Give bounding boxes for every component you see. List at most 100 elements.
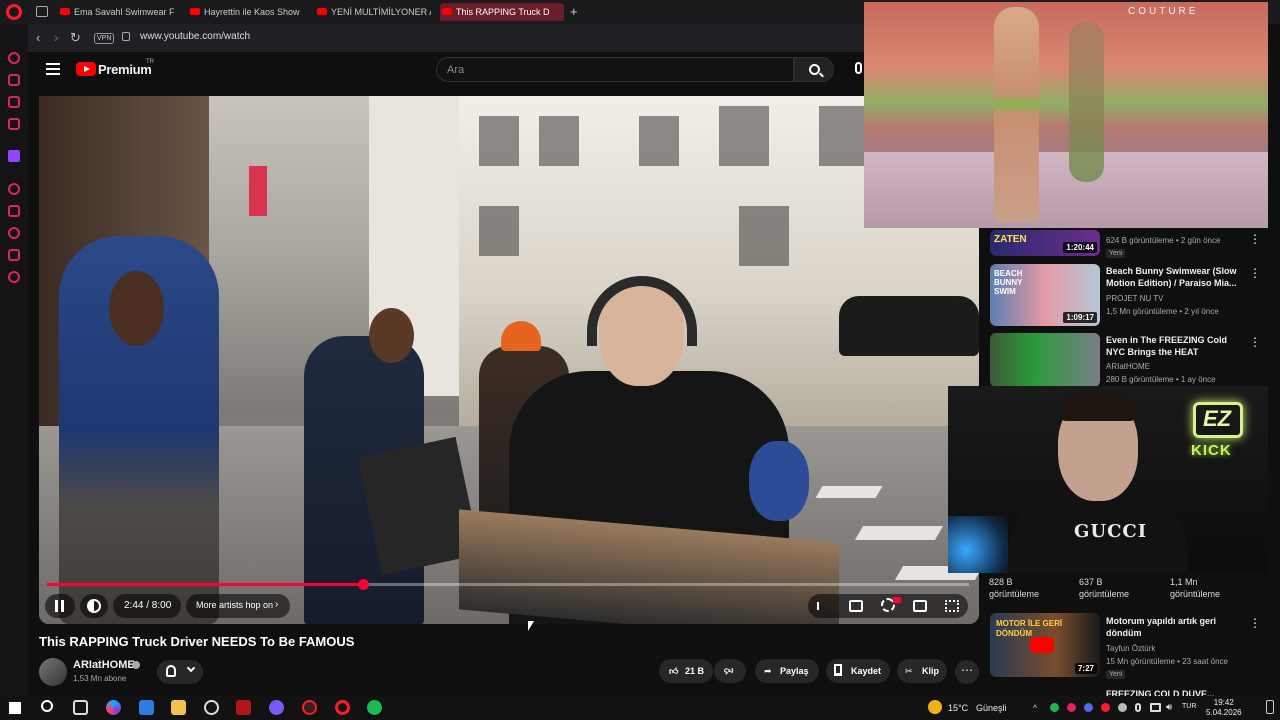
rec-thumbnail[interactable]: ZATEN 1:20:44 — [990, 230, 1100, 256]
windows-start-icon[interactable] — [9, 702, 21, 714]
vpn-badge[interactable]: VPN — [94, 33, 115, 44]
more-actions-button[interactable]: ⋯ — [955, 660, 979, 684]
rec-title[interactable]: Even in The FREEZING Cold NYC Brings the… — [1106, 334, 1238, 358]
forward-icon[interactable]: › — [54, 30, 58, 45]
tray-volume-icon[interactable]: 🔊︎ — [1166, 702, 1172, 713]
neon-sign-text: EZ — [1203, 406, 1232, 431]
tray-spotify-icon[interactable] — [1050, 703, 1059, 712]
app-icon[interactable] — [236, 700, 251, 715]
rec-thumbnail[interactable]: BEACH BUNNY SWIM 1:09:17 — [990, 264, 1100, 326]
tray-discord-icon[interactable] — [1084, 703, 1093, 712]
tray-opera-icon[interactable] — [1101, 703, 1110, 712]
search-taskbar-icon[interactable] — [41, 700, 53, 712]
twitch-icon[interactable] — [8, 150, 20, 162]
search-button[interactable] — [794, 57, 834, 82]
tray-app-icon[interactable] — [1067, 703, 1076, 712]
bookmark-icon[interactable] — [8, 205, 20, 217]
copilot-icon[interactable] — [106, 700, 121, 715]
pip-video-overlay[interactable]: COUTURE — [864, 2, 1268, 228]
rec-channel[interactable]: Tayfun Öztürk — [1106, 644, 1155, 653]
video-scene-window — [819, 106, 869, 166]
autoplay-toggle-icon[interactable] — [817, 602, 819, 610]
rec-channel[interactable]: PROJET NU TV — [1106, 294, 1164, 303]
share-button[interactable]: ➦ Paylaş — [755, 659, 819, 683]
dislike-button[interactable]: 👍︎ — [714, 659, 746, 683]
opera-logo-icon[interactable] — [6, 4, 22, 20]
browser-tab[interactable]: YENİ MULTİMİLYONER AR — [315, 3, 431, 21]
opera-taskbar-icon[interactable] — [335, 700, 350, 715]
weather-sun-icon[interactable] — [928, 700, 942, 714]
browser-tab[interactable]: Hayrettin ile Kaos Show - — [188, 3, 300, 21]
temperature[interactable]: 15°C — [948, 703, 968, 713]
rec-thumbnail[interactable]: MOTOR İLE GERİ DÖNDÜM 7:27 — [990, 613, 1100, 677]
channel-avatar[interactable] — [39, 658, 67, 686]
crosswalk-stripe — [815, 486, 883, 498]
spotify-icon[interactable] — [367, 700, 382, 715]
rec-more-icon[interactable]: ⋮ — [1249, 266, 1261, 280]
shopping-icon[interactable] — [8, 74, 20, 86]
youtube-logo-icon[interactable] — [76, 62, 96, 76]
player-icon[interactable] — [8, 183, 20, 195]
aria-icon[interactable] — [8, 52, 20, 64]
play-pause-button[interactable] — [45, 594, 75, 618]
browser-tab[interactable]: Ema Savahl Swimwear Fas — [58, 3, 174, 21]
app-icon[interactable] — [204, 700, 219, 715]
file-explorer-icon[interactable] — [171, 700, 186, 715]
rec-channel[interactable]: ARIatHOME — [1106, 362, 1150, 371]
reload-icon[interactable]: ↻ — [70, 30, 81, 46]
theater-mode-icon[interactable] — [913, 600, 927, 612]
opera-gx-taskbar-icon[interactable] — [302, 700, 317, 715]
save-button[interactable]: Kaydet — [826, 659, 890, 683]
rec-thumbnail[interactable] — [990, 333, 1100, 387]
duration-badge: 1:09:17 — [1063, 312, 1097, 323]
tray-chevron-icon[interactable]: ^ — [1033, 703, 1037, 713]
rec-more-icon[interactable]: ⋮ — [1249, 616, 1261, 630]
tray-mic-icon[interactable] — [1135, 703, 1141, 712]
progress-fill — [47, 583, 364, 586]
tab-overview-icon[interactable] — [36, 6, 48, 17]
video-scene-window — [479, 116, 519, 166]
subscription-bell-button[interactable] — [157, 660, 203, 684]
browser-tab-active[interactable]: This RAPPING Truck D — [440, 3, 564, 21]
task-view-icon[interactable] — [73, 700, 88, 715]
channel-name[interactable]: ARIatHOME — [73, 659, 135, 671]
rec-meta: 280 B görüntüleme • 1 ay önce — [1106, 375, 1216, 384]
clip-button[interactable]: ✂ Klip — [897, 659, 947, 683]
video-player[interactable] — [39, 96, 979, 624]
bookmark-save-icon — [834, 664, 842, 676]
messenger-icon[interactable] — [8, 96, 20, 108]
app-icon[interactable] — [269, 700, 284, 715]
notification-icon[interactable] — [1266, 700, 1274, 714]
like-button[interactable]: 👍︎ 21 B — [659, 659, 713, 683]
mouse-cursor-icon — [528, 621, 534, 631]
subtitles-icon[interactable] — [849, 600, 863, 612]
weather-label[interactable]: Güneşli — [976, 703, 1007, 713]
rec-more-icon[interactable]: ⋮ — [1249, 335, 1261, 349]
history-icon[interactable] — [8, 227, 20, 239]
youtube-brand[interactable]: Premium — [98, 62, 152, 77]
taskbar-clock[interactable]: 19:42 5.04.2026 — [1206, 698, 1242, 718]
back-icon[interactable]: ‹ — [36, 30, 40, 45]
downloads-icon[interactable] — [8, 249, 20, 261]
thumbs-down-icon: 👍︎ — [724, 666, 734, 676]
lock-icon[interactable] — [122, 32, 130, 41]
menu-icon[interactable] — [46, 63, 60, 65]
edge-icon[interactable] — [139, 700, 154, 715]
rec-meta: 15 Mn görüntüleme • 23 saat önce — [1106, 657, 1228, 666]
settings-icon[interactable] — [8, 271, 20, 283]
runway — [864, 152, 1268, 228]
rec-title[interactable]: Motorum yapıldı artık geri döndüm — [1106, 615, 1238, 639]
tray-network-icon[interactable] — [1150, 703, 1161, 712]
mail-icon[interactable] — [8, 118, 20, 130]
search-input[interactable]: Ara — [436, 57, 794, 82]
microphone-icon[interactable] — [855, 62, 862, 74]
keyboard-language[interactable]: TUR — [1182, 703, 1196, 710]
rec-more-icon[interactable]: ⋮ — [1249, 232, 1261, 246]
url-field[interactable]: www.youtube.com/watch — [140, 31, 250, 42]
rec-title-partial[interactable]: FREEZING COLD DUVE... — [1106, 688, 1238, 696]
tray-app-icon[interactable] — [1118, 703, 1127, 712]
new-tab-button[interactable]: + — [570, 4, 578, 19]
fullscreen-icon[interactable] — [945, 600, 959, 612]
subscriber-count: 1,53 Mn abone — [73, 674, 127, 683]
rec-title[interactable]: Beach Bunny Swimwear (Slow Motion Editio… — [1106, 265, 1238, 289]
